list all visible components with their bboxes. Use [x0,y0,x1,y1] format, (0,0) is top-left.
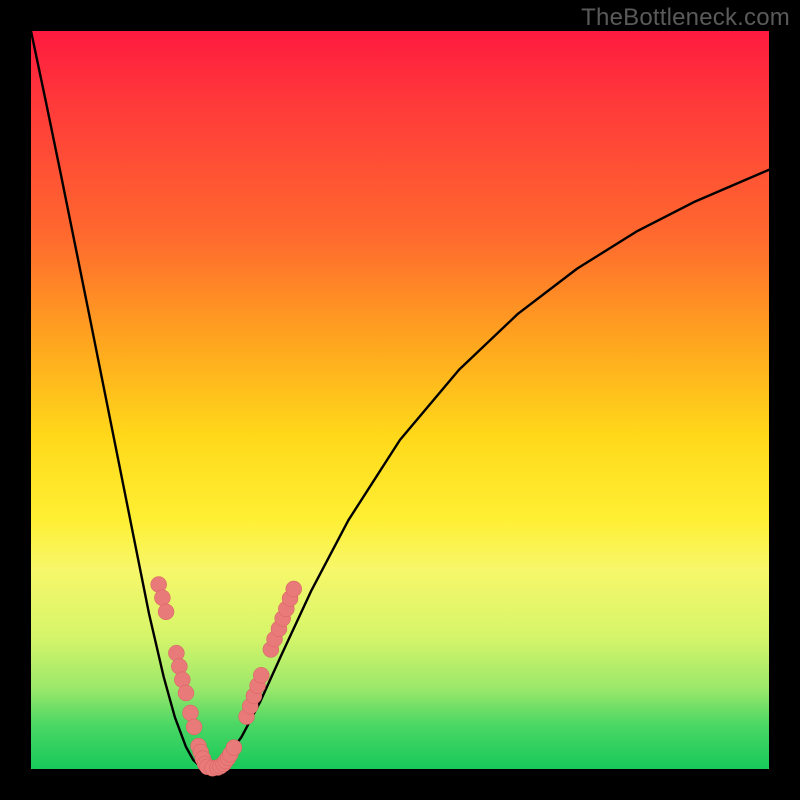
marker-point [253,667,269,683]
curve-layer [31,31,769,769]
marker-point [158,604,174,620]
curve-right-branch [207,170,769,769]
chart-frame: TheBottleneck.com [0,0,800,800]
marker-point [186,719,202,735]
marker-point [154,590,170,606]
marker-point [226,740,242,756]
chart-svg [31,31,769,769]
watermark-text: TheBottleneck.com [581,4,790,32]
marker-point [178,685,194,701]
marker-point [286,581,302,597]
marker-point [182,705,198,721]
marker-layer [151,577,302,777]
